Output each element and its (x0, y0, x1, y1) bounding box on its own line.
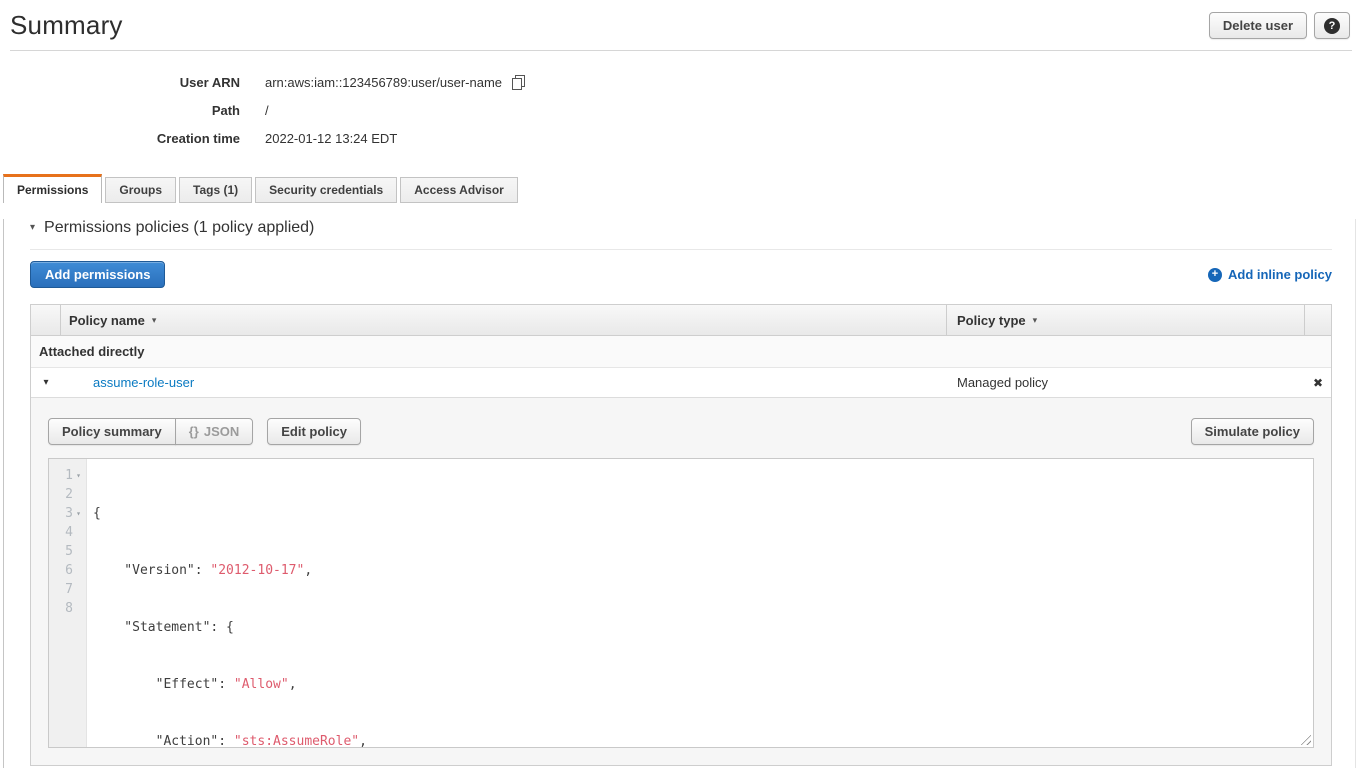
sort-arrow-icon: ▾ (1033, 315, 1038, 326)
permissions-tab-panel: ▾ Permissions policies (1 policy applied… (3, 219, 1356, 768)
delete-user-button[interactable]: Delete user (1209, 12, 1307, 39)
policy-summary-button[interactable]: Policy summary (48, 418, 176, 445)
policy-table-header: Policy name ▾ Policy type ▾ (31, 305, 1331, 336)
policy-type-value: Managed policy (957, 375, 1048, 390)
json-view-button[interactable]: {} JSON (175, 418, 254, 445)
attached-directly-group-row: Attached directly (31, 336, 1331, 368)
add-permissions-button[interactable]: Add permissions (30, 261, 165, 288)
simulate-policy-button[interactable]: Simulate policy (1191, 418, 1314, 445)
policy-name-link[interactable]: assume-role-user (93, 375, 194, 390)
add-inline-policy-link[interactable]: + Add inline policy (1208, 267, 1332, 282)
creation-time-label: Creation time (0, 131, 240, 146)
editor-code[interactable]: { "Version": "2012-10-17", "Statement": … (87, 459, 1313, 747)
policy-actions-row: Add permissions + Add inline policy (30, 261, 1332, 288)
braces-icon: {} (189, 424, 199, 439)
section-collapse-icon: ▾ (30, 223, 35, 233)
add-inline-policy-label: Add inline policy (1228, 267, 1332, 282)
fold-icon[interactable]: ▾ (73, 466, 84, 485)
json-editor[interactable]: 1▾ 2 3▾ 4 5 6 7 8 { "Version": "2012-10-… (48, 458, 1314, 748)
page-title: Summary (10, 10, 1352, 41)
plus-circle-icon: + (1208, 268, 1222, 282)
tab-access-advisor[interactable]: Access Advisor (400, 177, 518, 203)
info-row-user-arn: User ARN arn:aws:iam::123456789:user/use… (0, 68, 1362, 96)
policy-table: Policy name ▾ Policy type ▾ Attached dir… (30, 304, 1332, 766)
sort-arrow-icon: ▾ (152, 315, 157, 326)
policy-detail-toolbar: Policy summary {} JSON Edit policy Simul… (48, 418, 1314, 445)
policy-row: ▾ assume-role-user Managed policy ✖ (31, 368, 1331, 398)
section-divider (30, 249, 1332, 250)
remove-policy-icon[interactable]: ✖ (1313, 376, 1323, 390)
code-line: "Action": "sts:AssumeRole", (93, 732, 1313, 748)
code-line: "Effect": "Allow", (93, 675, 1313, 694)
row-expand-icon[interactable]: ▾ (43, 377, 48, 388)
creation-time-value: 2022-01-12 13:24 EDT (265, 131, 397, 146)
code-line: "Statement": { (93, 618, 1313, 637)
editor-gutter: 1▾ 2 3▾ 4 5 6 7 8 (49, 459, 87, 747)
edit-policy-button[interactable]: Edit policy (267, 418, 361, 445)
code-line: "Version": "2012-10-17", (93, 561, 1313, 580)
user-arn-value: arn:aws:iam::123456789:user/user-name (265, 75, 502, 90)
page-header: Summary Delete user ? (0, 0, 1362, 41)
tab-security-credentials[interactable]: Security credentials (255, 177, 397, 203)
header-actions: Delete user ? (1209, 12, 1350, 39)
title-divider (10, 50, 1352, 51)
policy-name-header[interactable]: Policy name ▾ (61, 305, 947, 335)
info-row-creation-time: Creation time 2022-01-12 13:24 EDT (0, 124, 1362, 152)
tab-strip: Permissions Groups Tags (1) Security cre… (3, 174, 1362, 203)
policy-detail-panel: Policy summary {} JSON Edit policy Simul… (31, 398, 1331, 765)
tab-groups[interactable]: Groups (105, 177, 176, 203)
copy-icon[interactable] (511, 75, 526, 90)
permissions-policies-section-header[interactable]: ▾ Permissions policies (1 policy applied… (30, 219, 1332, 237)
policy-type-header[interactable]: Policy type ▾ (947, 305, 1305, 335)
info-row-path: Path / (0, 96, 1362, 124)
fold-icon[interactable]: ▾ (73, 504, 84, 523)
tab-permissions[interactable]: Permissions (3, 174, 102, 203)
tab-tags[interactable]: Tags (1) (179, 177, 252, 203)
help-icon: ? (1324, 18, 1340, 34)
user-info: User ARN arn:aws:iam::123456789:user/use… (0, 68, 1362, 152)
header-expand-column (31, 305, 61, 335)
help-button[interactable]: ? (1314, 12, 1350, 39)
section-heading: Permissions policies (1 policy applied) (44, 219, 314, 237)
path-label: Path (0, 103, 240, 118)
path-value: / (265, 103, 269, 118)
header-remove-column (1305, 305, 1331, 335)
code-line: { (93, 504, 1313, 523)
user-arn-label: User ARN (0, 75, 240, 90)
